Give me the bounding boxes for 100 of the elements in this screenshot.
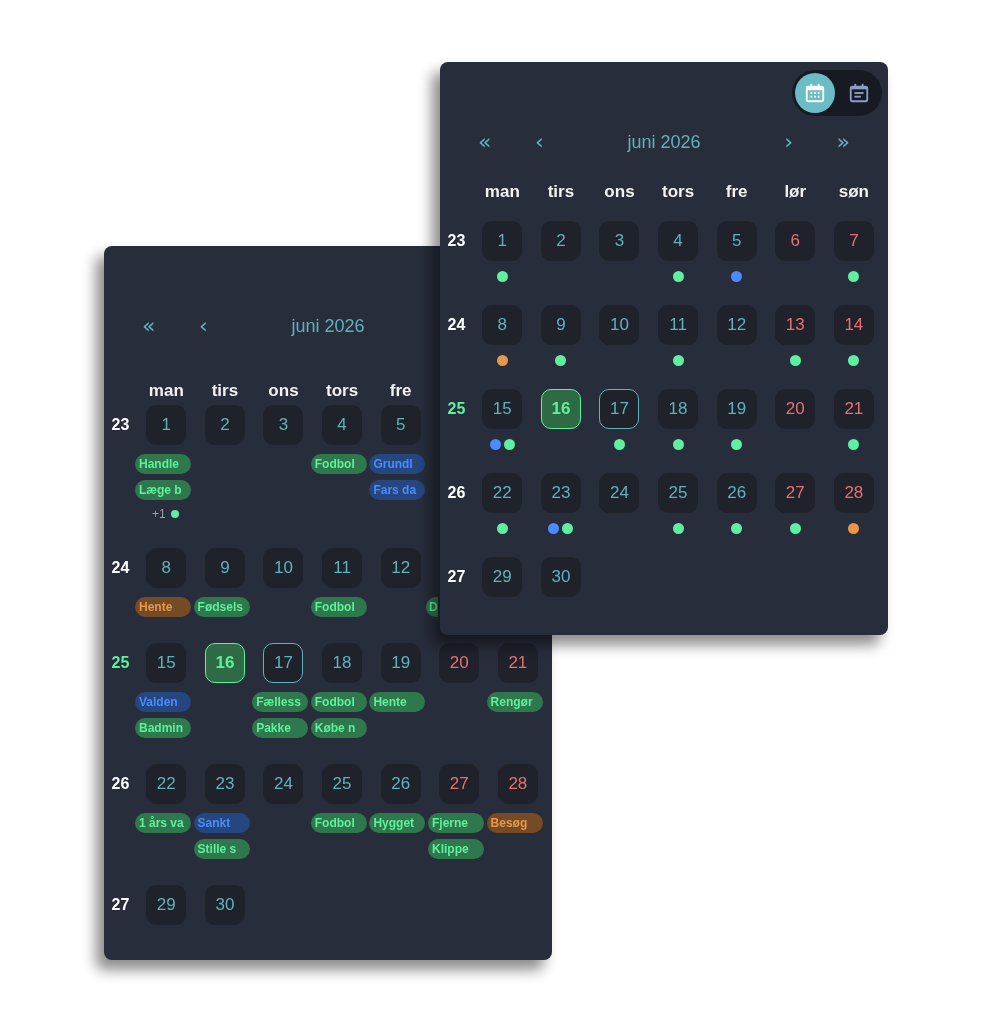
day-cell[interactable]: 30 (540, 557, 581, 597)
day-cell[interactable]: 4 (322, 405, 363, 445)
day-cell[interactable]: 2 (540, 221, 581, 261)
day-cell[interactable]: 19 (380, 643, 421, 683)
day-cell[interactable]: 9 (204, 548, 245, 588)
nav-button[interactable]: ‹ (197, 315, 210, 337)
event-pill[interactable]: Hygget (369, 813, 426, 833)
day-cell[interactable]: 29 (482, 557, 523, 597)
weekday-label: tirs (211, 380, 239, 402)
day-cell[interactable]: 30 (204, 885, 245, 925)
event-pill[interactable]: Fælless (252, 692, 309, 712)
event-pill[interactable]: Pakke (252, 718, 309, 738)
day-cell[interactable]: 15 (146, 643, 187, 683)
event-pill[interactable]: Læge b (135, 480, 191, 500)
week-number: 27 (447, 567, 466, 587)
day-cell[interactable]: 20 (439, 643, 480, 683)
nav-button[interactable]: ‹ (533, 131, 546, 153)
weekday-label: fre (389, 380, 412, 402)
day-cell[interactable]: 26 (716, 473, 757, 513)
day-cell[interactable]: 16 (540, 389, 581, 429)
day-cell[interactable]: 8 (146, 548, 187, 588)
weekday-label: tirs (547, 181, 575, 203)
day-cell[interactable]: 18 (658, 389, 699, 429)
event-pill[interactable]: Hente (135, 597, 191, 617)
nav-button[interactable]: » (834, 131, 852, 153)
day-cell[interactable]: 28 (833, 473, 874, 513)
day-cell[interactable]: 13 (775, 305, 816, 345)
day-cell[interactable]: 18 (322, 643, 363, 683)
day-cell[interactable]: 28 (497, 764, 538, 804)
day-cell[interactable]: 23 (204, 764, 245, 804)
nav-button[interactable]: « (476, 131, 494, 153)
day-cell[interactable]: 2 (204, 405, 245, 445)
day-cell[interactable]: 7 (833, 221, 874, 261)
event-pill[interactable]: Klippe (427, 839, 484, 859)
day-cell[interactable]: 1 (482, 221, 523, 261)
day-cell[interactable]: 8 (482, 305, 523, 345)
event-pill[interactable]: Besøg (486, 813, 543, 833)
event-pill[interactable]: Hente (369, 692, 426, 712)
day-cell[interactable]: 5 (380, 405, 421, 445)
event-pill[interactable]: Fodbol (310, 692, 367, 712)
day-cell[interactable]: 3 (599, 221, 640, 261)
event-pill[interactable]: Valden (135, 692, 191, 712)
event-pill[interactable]: Stille s (193, 839, 250, 859)
day-cell[interactable]: 24 (599, 473, 640, 513)
day-cell[interactable]: 1 (146, 405, 187, 445)
day-cell[interactable]: 10 (263, 548, 304, 588)
week-number: 23 (447, 231, 466, 251)
week-number: 25 (111, 653, 130, 673)
day-cell[interactable]: 11 (658, 305, 699, 345)
day-cell[interactable]: 9 (540, 305, 581, 345)
day-cell[interactable]: 5 (716, 221, 757, 261)
day-cell[interactable]: 10 (599, 305, 640, 345)
calendar-icon (804, 82, 826, 104)
event-pill[interactable]: D (425, 597, 438, 617)
day-cell[interactable]: 25 (658, 473, 699, 513)
day-cell[interactable]: 19 (716, 389, 757, 429)
day-cell[interactable]: 14 (833, 305, 874, 345)
event-pill[interactable]: Handle (135, 454, 191, 474)
day-cell[interactable]: 24 (263, 764, 304, 804)
day-cell[interactable]: 27 (775, 473, 816, 513)
day-cell[interactable]: 25 (322, 764, 363, 804)
day-cell[interactable]: 15 (482, 389, 523, 429)
day-cell[interactable]: 20 (775, 389, 816, 429)
event-pill[interactable]: Fodbol (310, 597, 367, 617)
event-pill[interactable]: Badmin (135, 718, 191, 738)
month-title: juni 2026 (627, 131, 701, 153)
event-pill[interactable]: Sankt (193, 813, 250, 833)
nav-button[interactable]: « (140, 315, 158, 337)
day-cell[interactable]: 22 (146, 764, 187, 804)
day-cell[interactable]: 26 (380, 764, 421, 804)
week-number: 26 (111, 774, 130, 794)
event-pill[interactable]: Fodbol (310, 813, 367, 833)
event-pill[interactable]: Købe n (310, 718, 367, 738)
event-pill[interactable]: 1 års va (135, 813, 191, 833)
day-cell[interactable]: 3 (263, 405, 304, 445)
day-cell[interactable]: 27 (439, 764, 480, 804)
day-cell[interactable]: 11 (322, 548, 363, 588)
week-number: 24 (447, 315, 466, 335)
day-cell[interactable]: 12 (380, 548, 421, 588)
event-pill[interactable]: Fjerne (427, 813, 484, 833)
day-cell[interactable]: 4 (658, 221, 699, 261)
event-pill[interactable]: Rengør (486, 692, 543, 712)
day-cell[interactable]: 29 (146, 885, 187, 925)
day-cell[interactable]: 6 (775, 221, 816, 261)
more-count[interactable]: +1 (151, 507, 166, 521)
week-number: 24 (111, 558, 130, 578)
day-cell[interactable]: 23 (540, 473, 581, 513)
event-pill[interactable]: Fødsels (193, 597, 250, 617)
day-cell[interactable]: 12 (716, 305, 757, 345)
day-cell[interactable]: 22 (482, 473, 523, 513)
day-cell[interactable]: 17 (599, 389, 640, 429)
day-cell[interactable]: 17 (263, 643, 304, 683)
month-title: juni 2026 (291, 315, 365, 337)
nav-button[interactable]: › (782, 131, 795, 153)
day-cell[interactable]: 21 (833, 389, 874, 429)
event-pill[interactable]: Fodbol (310, 454, 367, 474)
day-cell[interactable]: 21 (497, 643, 538, 683)
day-cell[interactable]: 16 (204, 643, 245, 683)
agenda-icon (848, 82, 870, 104)
month-view-button[interactable] (795, 73, 835, 113)
